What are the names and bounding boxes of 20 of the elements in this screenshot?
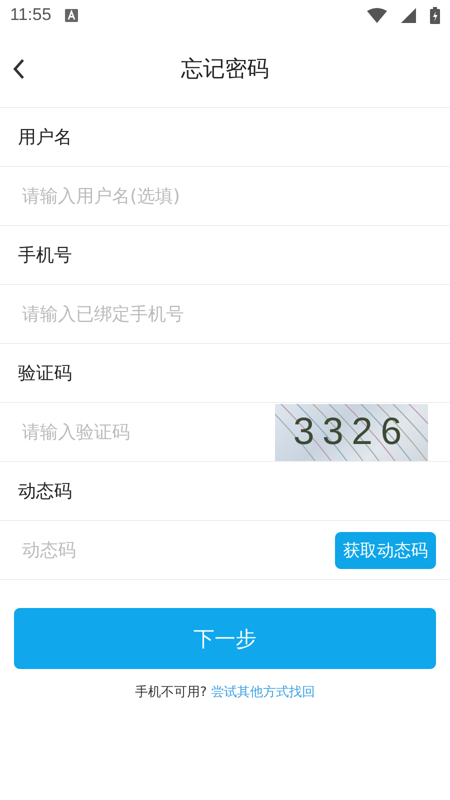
get-code-button[interactable]: 获取动态码 bbox=[335, 532, 436, 568]
field-label: 手机号 bbox=[18, 244, 72, 267]
captcha-image[interactable]: 3326 bbox=[275, 404, 428, 460]
signal-icon bbox=[401, 8, 416, 22]
field-label: 用户名 bbox=[18, 126, 72, 149]
page-title: 忘记密码 bbox=[181, 56, 269, 84]
status-time: 11:55 bbox=[10, 5, 52, 25]
field-label: 动态码 bbox=[18, 480, 72, 503]
notification-icon bbox=[65, 8, 78, 22]
recover-link[interactable]: 尝试其他方式找回 bbox=[210, 683, 315, 701]
field-label: 验证码 bbox=[18, 362, 72, 385]
battery-icon bbox=[430, 6, 440, 24]
footer-text: 手机不可用? bbox=[135, 684, 207, 701]
input-field[interactable]: 动态码 bbox=[18, 530, 335, 570]
next-button[interactable]: 下一步 bbox=[14, 608, 436, 669]
wifi-icon bbox=[367, 8, 387, 22]
input-field[interactable]: 请输入已绑定手机号 bbox=[18, 294, 436, 334]
input-field[interactable]: 请输入验证码 bbox=[18, 412, 275, 452]
captcha-code: 3326 bbox=[293, 410, 410, 454]
input-field[interactable]: 请输入用户名(选填) bbox=[18, 176, 436, 216]
